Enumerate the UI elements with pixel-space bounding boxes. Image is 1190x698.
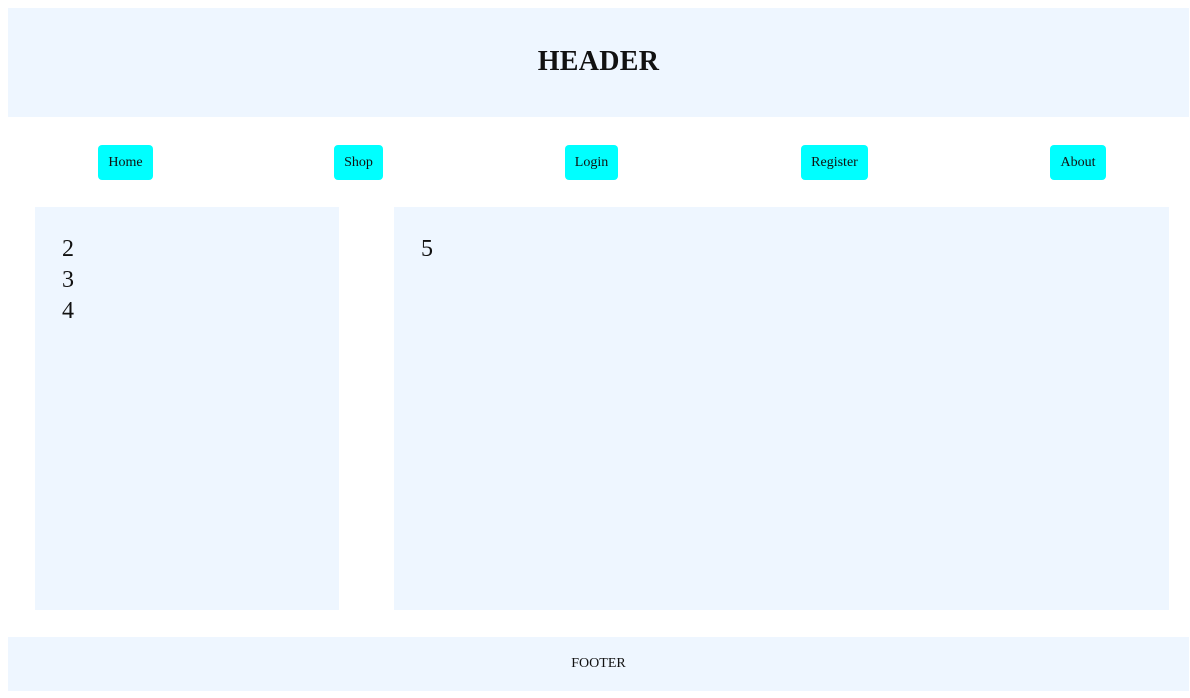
nav-shop-button[interactable]: Shop	[334, 145, 383, 180]
page-footer: FOOTER	[8, 637, 1189, 691]
nav-about-button[interactable]: About	[1050, 145, 1106, 180]
footer-text: FOOTER	[571, 656, 626, 671]
sidebar: 2 3 4	[35, 207, 339, 610]
nav-login-button[interactable]: Login	[565, 145, 618, 180]
main-content: 5	[394, 207, 1169, 610]
sidebar-item: 3	[62, 267, 74, 293]
nav-register-button[interactable]: Register	[801, 145, 868, 180]
sidebar-item: 4	[62, 298, 74, 324]
page-header: HEADER	[8, 8, 1189, 117]
main-content-value: 5	[421, 236, 433, 262]
nav-home-button[interactable]: Home	[98, 145, 153, 180]
header-title: HEADER	[537, 45, 660, 77]
sidebar-item: 2	[62, 236, 74, 262]
